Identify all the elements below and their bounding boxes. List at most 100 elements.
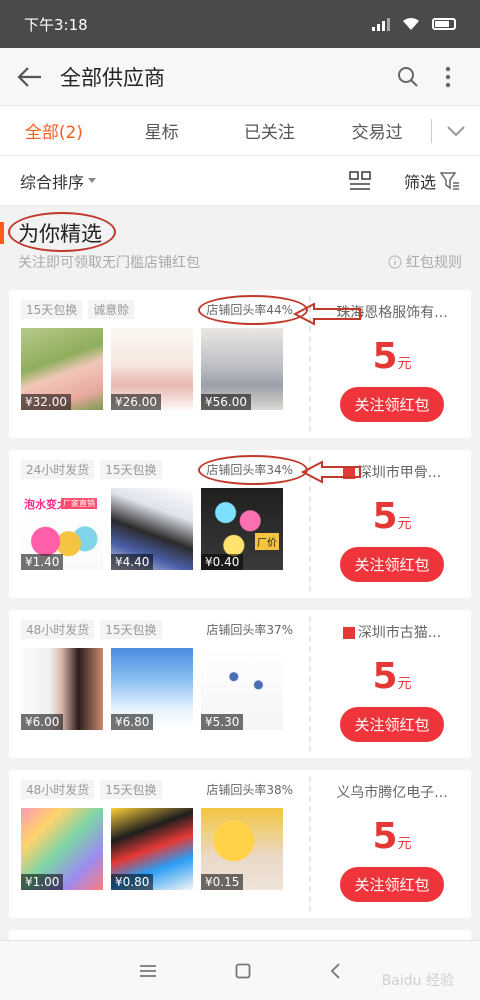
battery-icon xyxy=(432,18,456,30)
home-icon[interactable] xyxy=(235,963,251,979)
shop-name[interactable]: 深圳市古猫... xyxy=(317,622,467,642)
product-price: ¥0.40 xyxy=(201,554,244,570)
coupon-amount-value: 5 xyxy=(372,496,398,537)
status-icons xyxy=(372,17,456,31)
product-price: ¥6.80 xyxy=(111,714,154,730)
repeat-rate: 店铺回头率37% xyxy=(206,622,293,637)
shop-name[interactable]: 义乌市腾亿电子... xyxy=(317,782,467,802)
coupon-amount: 5元 xyxy=(372,816,411,857)
product-thumbnail[interactable]: ¥5.30 xyxy=(201,648,283,730)
product-thumbnail[interactable]: ¥6.80 xyxy=(111,648,193,730)
product-image-text: 厂价 xyxy=(255,533,279,550)
supplier-card[interactable]: 48小时发货 15天包换 店铺回头率38% ¥1.00 ¥0.80 ¥0.15 … xyxy=(9,770,471,918)
search-button[interactable] xyxy=(388,57,428,97)
product-row: ¥6.00 ¥6.80 ¥5.30 xyxy=(21,648,293,730)
coupon-amount-value: 5 xyxy=(372,656,398,697)
coupon-amount: 5元 xyxy=(372,656,411,697)
product-thumbnail[interactable]: 厂价 ¥0.40 xyxy=(201,488,283,570)
list-layout-icon xyxy=(349,170,371,190)
card-divider xyxy=(309,616,311,752)
supplier-card[interactable]: 15天包换 诚意赊 店铺回头率44% ¥32.00 ¥26.00 ¥56.00 … xyxy=(9,290,471,438)
status-time: 下午3:18 xyxy=(24,15,88,34)
product-thumbnail[interactable]: ¥0.80 xyxy=(111,808,193,890)
coupon-amount-unit: 元 xyxy=(397,836,412,852)
tag: 24小时发货 xyxy=(21,459,95,479)
annotation-arrow-icon xyxy=(292,302,361,326)
section-title: 为你精选 xyxy=(8,212,116,252)
product-row: ¥1.00 ¥0.80 ¥0.15 xyxy=(21,808,293,890)
annotation-oval xyxy=(198,454,309,485)
supplier-card[interactable]: 48小时发货 15天包换 店铺回头率37% ¥6.00 ¥6.80 ¥5.30 … xyxy=(9,610,471,758)
page-title: 全部供应商 xyxy=(60,65,165,90)
tab-traded[interactable]: 交易过 xyxy=(323,118,431,143)
product-price: ¥5.30 xyxy=(201,714,244,730)
product-price: ¥6.00 xyxy=(21,714,64,730)
product-thumbnail[interactable]: 泡水变大 厂家直销 ¥1.40 xyxy=(21,488,103,570)
product-price: ¥4.40 xyxy=(111,554,154,570)
redpacket-rules-link[interactable]: 红包规则 xyxy=(388,252,462,272)
search-icon xyxy=(398,66,418,87)
coupon-amount-value: 5 xyxy=(372,816,398,857)
repeat-rate: 店铺回头率38% xyxy=(206,782,293,797)
product-row: 泡水变大 厂家直销 ¥1.40 ¥4.40 厂价 ¥0.40 xyxy=(21,488,293,570)
more-button[interactable] xyxy=(428,57,468,97)
product-price: ¥0.15 xyxy=(201,874,244,890)
watermark: Baidu 经验 xyxy=(381,973,454,989)
product-thumbnail[interactable]: ¥0.15 xyxy=(201,808,283,890)
follow-claim-button[interactable]: 关注领红包 xyxy=(340,707,444,742)
tag: 15天包换 xyxy=(21,299,83,319)
sort-bar: 综合排序 筛选 xyxy=(0,156,480,206)
filter-button[interactable]: 筛选 xyxy=(404,169,460,193)
tab-starred[interactable]: 星标 xyxy=(108,118,216,143)
product-thumbnail[interactable]: ¥26.00 xyxy=(111,328,193,410)
product-thumbnail[interactable]: ¥32.00 xyxy=(21,328,103,410)
tab-followed[interactable]: 已关注 xyxy=(216,118,324,143)
section-subtitle: 关注即可领取无门槛店铺红包 xyxy=(18,255,200,271)
coupon-amount-unit: 元 xyxy=(397,516,412,532)
shop-name-text: 深圳市甲骨... xyxy=(357,465,442,481)
card-tags: 48小时发货 15天包换 店铺回头率37% xyxy=(21,619,293,639)
product-row: ¥32.00 ¥26.00 ¥56.00 xyxy=(21,328,293,410)
follow-claim-button[interactable]: 关注领红包 xyxy=(340,387,444,422)
back-nav-icon[interactable] xyxy=(329,962,341,980)
product-thumbnail[interactable]: ¥56.00 xyxy=(201,328,283,410)
tag: 诚意赊 xyxy=(88,299,135,319)
status-bar: 下午3:18 xyxy=(0,0,480,48)
card-coupon: 深圳市古猫... 5元 关注领红包 xyxy=(313,610,471,758)
wifi-icon xyxy=(403,17,419,30)
caret-down-icon xyxy=(88,178,97,183)
back-button[interactable] xyxy=(12,59,48,95)
annotation-arrow-icon xyxy=(300,460,361,484)
product-price: ¥1.00 xyxy=(21,874,64,890)
product-price: ¥1.40 xyxy=(21,554,64,570)
card-tags: 24小时发货 15天包换 店铺回头率34% xyxy=(21,454,309,485)
tag: 48小时发货 xyxy=(21,779,95,799)
section-subtitle-row: 关注即可领取无门槛店铺红包 红包规则 xyxy=(18,252,462,272)
product-image-text: 厂家直销 xyxy=(61,498,97,509)
card-products: 24小时发货 15天包换 店铺回头率34% 泡水变大 厂家直销 ¥1.40 ¥4… xyxy=(9,450,309,598)
sort-label: 综合排序 xyxy=(20,172,85,192)
follow-claim-button[interactable]: 关注领红包 xyxy=(340,547,444,582)
coupon-amount: 5元 xyxy=(372,496,411,537)
filter-tabs: 全部(2) 星标 已关注 交易过 xyxy=(0,106,480,156)
product-thumbnail[interactable]: ¥1.00 xyxy=(21,808,103,890)
menu-icon[interactable] xyxy=(139,964,157,978)
product-thumbnail[interactable]: ¥6.00 xyxy=(21,648,103,730)
product-thumbnail[interactable]: ¥4.40 xyxy=(111,488,193,570)
more-vertical-icon xyxy=(445,66,451,87)
supplier-card[interactable]: 24小时发货 15天包换 店铺回头率34% 泡水变大 厂家直销 ¥1.40 ¥4… xyxy=(9,450,471,598)
filter-icon xyxy=(440,171,459,190)
filter-label: 筛选 xyxy=(403,172,436,192)
shop-badge-icon xyxy=(342,627,355,639)
card-tags: 15天包换 诚意赊 店铺回头率44% xyxy=(21,294,309,325)
sort-dropdown[interactable]: 综合排序 xyxy=(20,169,340,193)
info-icon xyxy=(388,255,402,269)
follow-claim-button[interactable]: 关注领红包 xyxy=(340,867,444,902)
layout-toggle-button[interactable] xyxy=(340,170,380,191)
tab-all[interactable]: 全部(2) xyxy=(0,118,108,143)
card-products: 48小时发货 15天包换 店铺回头率38% ¥1.00 ¥0.80 ¥0.15 xyxy=(9,770,305,918)
recommend-section-header: 为你精选 关注即可领取无门槛店铺红包 红包规则 xyxy=(0,206,480,280)
tabs-expand-button[interactable] xyxy=(432,125,480,137)
signal-icon xyxy=(372,17,390,31)
tag: 15天包换 xyxy=(100,619,162,639)
